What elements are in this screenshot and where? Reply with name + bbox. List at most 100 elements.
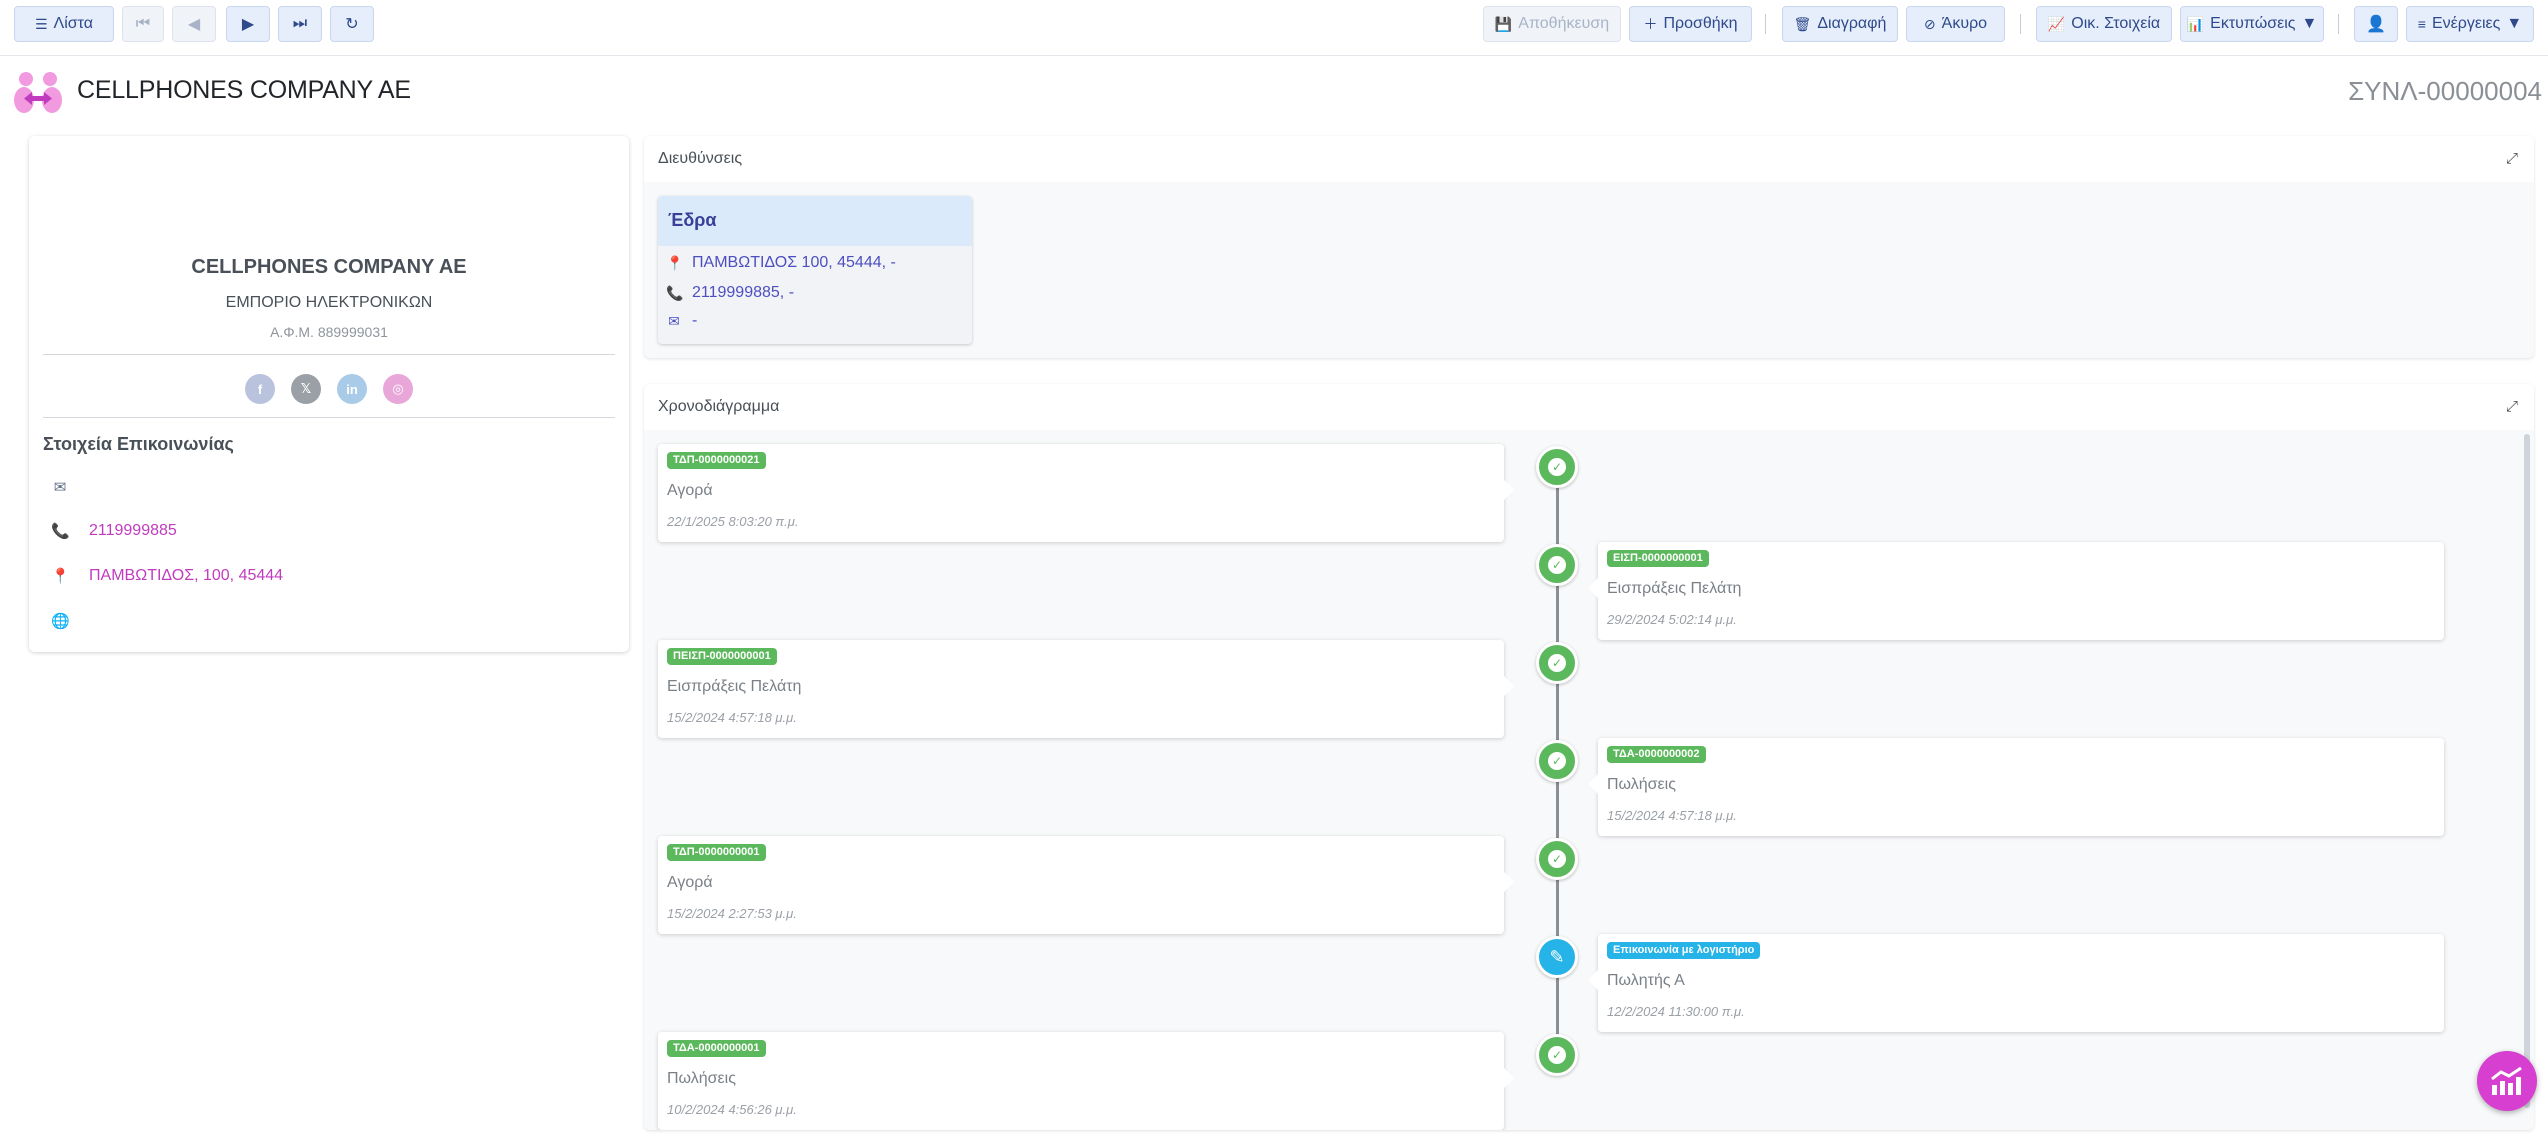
facebook-icon[interactable]: f: [245, 374, 275, 404]
card-pointer: [1504, 480, 1514, 500]
add-button-label: Προσθήκη: [1663, 15, 1738, 32]
instagram-icon[interactable]: ◎: [383, 374, 413, 404]
contact-phone[interactable]: 📞 2119999885: [51, 522, 177, 540]
refresh-button[interactable]: ↻: [330, 6, 374, 42]
expand-icon[interactable]: ⤢: [2506, 398, 2518, 415]
prints-dropdown[interactable]: 📊 Εκτυπώσεις ▼: [2180, 6, 2324, 42]
timeline-node: ✓: [1536, 544, 1578, 586]
last-record-button[interactable]: ⏭: [278, 6, 322, 42]
toolbar-separator: [2338, 14, 2339, 34]
delete-button-label: Διαγραφή: [1817, 15, 1887, 32]
save-button[interactable]: 💾 Αποθήκευση: [1483, 6, 1621, 42]
prints-dropdown-label: Εκτυπώσεις: [2210, 15, 2296, 32]
timeline-item[interactable]: Επικοινωνία με λογιστήριο Πωλητής Α 12/2…: [1588, 934, 2444, 1032]
analytics-fab-button[interactable]: [2477, 1051, 2537, 1111]
contact-section-title: Στοιχεία Επικοινωνίας: [43, 434, 234, 454]
check-icon: ✓: [1548, 1046, 1566, 1064]
timeline-item[interactable]: ΤΔΠ-0000000021 Αγορά 22/1/2025 8:03:20 π…: [658, 444, 1514, 542]
timeline-item[interactable]: ΤΔΠ-0000000001 Αγορά 15/2/2024 2:27:53 μ…: [658, 836, 1514, 934]
delete-button[interactable]: 🗑 Διαγραφή: [1782, 6, 1898, 42]
timeline-item[interactable]: ΠΕΙΣΠ-0000000001 Εισπράξεις Πελάτη 15/2/…: [658, 640, 1514, 738]
actions-dropdown[interactable]: ≡ Ενέργειες ▼: [2406, 6, 2534, 42]
chart-line-icon: 📈: [2047, 15, 2066, 32]
previous-record-button[interactable]: ◀: [172, 6, 216, 42]
add-button[interactable]: ＋ Προσθήκη: [1629, 6, 1752, 42]
edit-note-icon: ✎: [1549, 946, 1565, 967]
timeline-badge: ΤΔΠ-0000000001: [667, 844, 766, 861]
timeline-title: Αγορά: [667, 482, 713, 499]
card-pointer: [1588, 774, 1598, 794]
company-logo: [14, 72, 62, 113]
timeline-panel-title: Χρονοδιάγραμμα: [658, 398, 780, 415]
next-record-button[interactable]: ▶: [226, 6, 270, 42]
address-line: 📍 ΠΑΜΒΩΤΙΔΟΣ 100, 45444, -: [666, 254, 896, 272]
timeline-panel-header: Χρονοδιάγραμμα ⤢: [644, 384, 2534, 430]
phone-line: 📞 2119999885, -: [666, 284, 794, 302]
timeline-item[interactable]: ΤΔΑ-0000000002 Πωλήσεις 15/2/2024 4:57:1…: [1588, 738, 2444, 836]
expand-icon[interactable]: ⤢: [2506, 150, 2518, 167]
timeline-date: 12/2/2024 11:30:00 π.μ.: [1607, 1004, 1745, 1019]
trash-icon: 🗑: [1793, 15, 1812, 32]
save-icon: 💾: [1494, 15, 1513, 32]
card-pointer: [1504, 872, 1514, 892]
check-icon: ✓: [1548, 654, 1566, 672]
timeline-node: ✓: [1536, 642, 1578, 684]
actions-dropdown-label: Ενέργειες: [2431, 15, 2501, 32]
timeline-item[interactable]: ΕΙΣΠ-0000000001 Εισπράξεις Πελάτη 29/2/2…: [1588, 542, 2444, 640]
timeline-badge: ΤΔΠ-0000000021: [667, 452, 766, 469]
caret-down-icon: ▼: [2301, 15, 2318, 32]
timeline-badge: Επικοινωνία με λογιστήριο: [1607, 942, 1761, 959]
contact-phone-value[interactable]: 2119999885: [89, 522, 177, 540]
profile-activity: ΕΜΠΟΡΙΟ ΗΛΕΚΤΡΟΝΙΚΩΝ: [225, 294, 433, 311]
addresses-panel: Διευθύνσεις ⤢ Έδρα 📍 ΠΑΜΒΩΤΙΔΟΣ 100, 454…: [644, 136, 2534, 358]
financial-button[interactable]: 📈 Οικ. Στοιχεία: [2036, 6, 2172, 42]
timeline-node: ✓: [1536, 1034, 1578, 1076]
contact-address[interactable]: 📍 ΠΑΜΒΩΤΙΔΟΣ, 100, 45444: [51, 567, 283, 585]
x-icon[interactable]: 𝕏: [291, 374, 321, 404]
menu-icon: ≡: [2417, 16, 2426, 32]
timeline-title: Εισπράξεις Πελάτη: [667, 678, 802, 695]
ban-icon: ⊘: [1923, 15, 1936, 32]
chart-line-icon: [2491, 1066, 2522, 1095]
timeline-title: Πωλήσεις: [667, 1070, 736, 1087]
divider: [43, 417, 615, 418]
timeline-item[interactable]: ΤΔΑ-0000000001 Πωλήσεις 10/2/2024 4:56:2…: [658, 1032, 1514, 1130]
timeline-node: ✓: [1536, 740, 1578, 782]
first-record-button[interactable]: ⏮: [122, 6, 164, 42]
refresh-icon: ↻: [345, 16, 359, 33]
envelope-icon: ✉: [53, 479, 67, 496]
timeline-scrollbar[interactable]: [2524, 434, 2530, 1108]
cancel-button[interactable]: ⊘ Άκυρο: [1906, 6, 2005, 42]
timeline-panel: Χρονοδιάγραμμα ⤢ ΤΔΠ-0000000021 Αγορά 22…: [644, 384, 2534, 1130]
address-card[interactable]: Έδρα 📍 ΠΑΜΒΩΤΙΔΟΣ 100, 45444, - 📞 211999…: [658, 196, 972, 344]
check-icon: ✓: [1548, 850, 1566, 868]
social-links: f 𝕏 in ◎: [29, 374, 629, 404]
timeline-date: 15/2/2024 4:57:18 μ.μ.: [667, 710, 797, 725]
email-line: ✉ -: [666, 312, 697, 330]
page-title: CELLPHONES COMPANY AE: [77, 76, 411, 104]
linkedin-icon[interactable]: in: [337, 374, 367, 404]
timeline-date: 15/2/2024 4:57:18 μ.μ.: [1607, 808, 1737, 823]
list-button[interactable]: ☰ Λίστα: [14, 6, 114, 42]
map-marker-icon: 📍: [51, 568, 70, 585]
contact-website: 🌐: [51, 612, 70, 630]
timeline-title: Πωλήσεις: [1607, 776, 1676, 793]
timeline-title: Πωλητής Α: [1607, 972, 1685, 989]
timeline-badge: ΠΕΙΣΠ-0000000001: [667, 648, 777, 665]
caret-down-icon: ▼: [2506, 15, 2523, 32]
check-icon: ✓: [1548, 458, 1566, 476]
financial-button-label: Οικ. Στοιχεία: [2071, 15, 2161, 32]
timeline-badge: ΤΔΑ-0000000002: [1607, 746, 1706, 763]
record-code: ΣΥΝΛ-00000004: [2348, 76, 2542, 106]
card-pointer: [1504, 676, 1514, 696]
toolbar-separator: [1765, 14, 1766, 34]
phone-line-value: 2119999885, -: [692, 284, 795, 301]
contact-address-value[interactable]: ΠΑΜΒΩΤΙΔΟΣ, 100, 45444: [89, 567, 283, 585]
user-edit-icon: 👤: [2366, 16, 2386, 33]
check-icon: ✓: [1548, 556, 1566, 574]
first-icon: ⏮: [135, 15, 151, 32]
user-edit-button[interactable]: 👤: [2354, 6, 2398, 42]
address-card-label: Έδρα: [658, 196, 972, 246]
list-button-label: Λίστα: [53, 15, 94, 32]
contact-email: ✉: [51, 478, 69, 496]
